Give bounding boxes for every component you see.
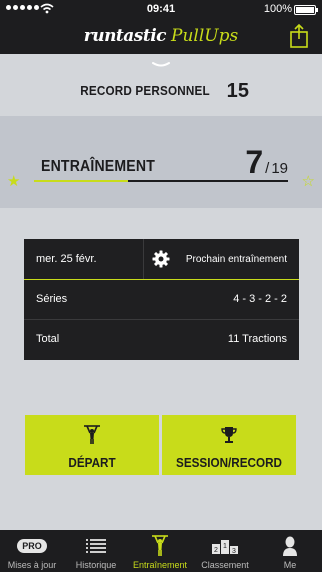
nav-bar: runtastic PullUps bbox=[0, 18, 322, 54]
podium-icon: 2 1 3 bbox=[212, 540, 238, 554]
workout-date: mer. 25 févr. bbox=[36, 253, 97, 265]
session-label: SESSION/RECORD bbox=[176, 455, 282, 470]
pullup-figure-icon bbox=[152, 535, 168, 556]
tab-leaderboard[interactable]: 2 1 3 Classement bbox=[193, 530, 257, 572]
start-button[interactable]: DÉPART bbox=[25, 415, 159, 475]
workout-info-card: mer. 25 févr. Prochain entraînement Séri… bbox=[24, 239, 299, 360]
pullup-figure-icon bbox=[84, 425, 100, 444]
total-label: Total bbox=[36, 333, 60, 345]
tab-label: Historique bbox=[75, 560, 117, 570]
training-count: 7/19 bbox=[245, 144, 288, 181]
podium-number: 1 bbox=[223, 543, 227, 550]
training-progress-fill bbox=[34, 180, 128, 182]
tab-me[interactable]: Me bbox=[258, 530, 322, 572]
podium-number: 3 bbox=[232, 548, 236, 554]
record-label: RECORD PERSONNEL bbox=[79, 83, 210, 98]
start-label: DÉPART bbox=[68, 455, 116, 470]
star-outline-icon: ☆ bbox=[301, 173, 315, 190]
training-label: ENTRAÎNEMENT bbox=[41, 158, 155, 175]
training-current: 7 bbox=[245, 144, 264, 180]
app-logo: runtastic PullUps bbox=[0, 26, 322, 46]
star-filled-icon: ★ bbox=[7, 173, 21, 190]
tab-history[interactable]: Historique bbox=[64, 530, 128, 572]
gear-icon[interactable] bbox=[152, 250, 170, 268]
session-record-button[interactable]: SESSION/RECORD bbox=[162, 415, 296, 475]
date-row: mer. 25 févr. Prochain entraînement bbox=[24, 239, 299, 279]
series-label: Séries bbox=[36, 293, 68, 305]
training-progress-panel: ★ ☆ ENTRAÎNEMENT 7/19 bbox=[0, 116, 322, 208]
training-total: 19 bbox=[271, 160, 288, 177]
pro-badge-icon: PRO bbox=[17, 539, 47, 553]
share-icon[interactable] bbox=[288, 23, 310, 49]
logo-product: PullUps bbox=[171, 26, 239, 46]
tab-label: Classement bbox=[201, 560, 249, 570]
total-value: 11 Tractions bbox=[227, 333, 287, 345]
tab-label: Mises à jour bbox=[7, 560, 57, 570]
row-divider bbox=[143, 239, 144, 279]
status-bar: 09:41 100% bbox=[0, 0, 322, 18]
profile-icon bbox=[283, 536, 297, 556]
series-value: 4 - 3 - 2 - 2 bbox=[233, 293, 287, 305]
tab-training[interactable]: Entraînement bbox=[128, 530, 192, 572]
podium-number: 2 bbox=[214, 547, 218, 554]
battery-icon bbox=[294, 5, 318, 15]
tab-label: Me bbox=[283, 560, 297, 570]
record-value: 15 bbox=[226, 80, 250, 102]
series-row: Séries 4 - 3 - 2 - 2 bbox=[24, 279, 299, 319]
list-icon bbox=[86, 539, 106, 553]
next-training-link[interactable]: Prochain entraînement bbox=[186, 254, 287, 265]
tab-label: Entraînement bbox=[132, 560, 188, 570]
personal-record: RECORD PERSONNEL 15 bbox=[0, 80, 322, 103]
tab-bar: PRO Mises à jour Historique Entraînement… bbox=[0, 530, 322, 572]
pull-down-handle-icon[interactable] bbox=[151, 61, 171, 69]
training-separator: / bbox=[265, 160, 270, 177]
total-row: Total 11 Tractions bbox=[24, 319, 299, 359]
battery-percent: 100% bbox=[263, 3, 292, 15]
trophy-icon bbox=[221, 427, 237, 443]
training-progress-bar bbox=[34, 180, 288, 182]
tab-updates[interactable]: PRO Mises à jour bbox=[0, 530, 64, 572]
logo-brand: runtastic bbox=[83, 26, 167, 46]
